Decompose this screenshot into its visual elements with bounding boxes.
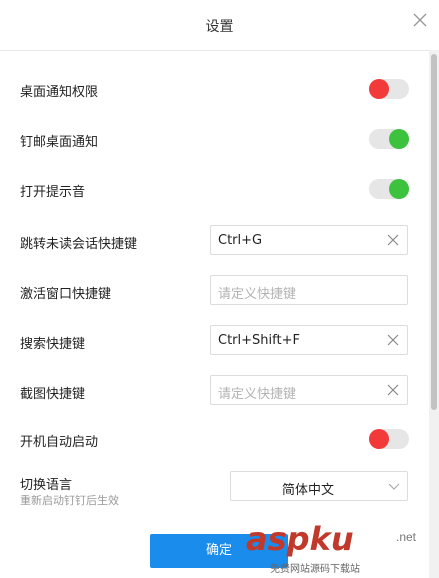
close-icon[interactable] (410, 10, 430, 30)
hotkey-placeholder: 请定义快捷键 (218, 387, 297, 402)
jump-unread-hotkey-input[interactable]: Ctrl+G (210, 225, 408, 255)
setting-row-screenshot: 截图快捷键 请定义快捷键 (20, 375, 410, 407)
setting-label: 打开提示音 (20, 185, 86, 200)
clear-icon[interactable] (387, 234, 399, 246)
setting-label: 截图快捷键 (20, 387, 86, 402)
setting-label: 搜索快捷键 (20, 337, 86, 352)
toggle-knob (389, 129, 409, 149)
setting-label: 切换语言 (20, 478, 73, 493)
sound-toggle[interactable] (369, 179, 409, 199)
hotkey-value: Ctrl+Shift+F (218, 333, 300, 348)
chevron-down-icon (388, 483, 400, 490)
dialog-header: 设置 (0, 0, 439, 51)
scrollbar-thumb[interactable] (431, 54, 437, 410)
language-select[interactable]: 简体中文 (230, 471, 408, 501)
setting-label: 激活窗口快捷键 (20, 287, 112, 302)
toggle-knob (369, 79, 389, 99)
settings-dialog: 设置 桌面通知权限 钉邮桌面通知 打开提示音 跳转未读会话快捷键 Ctrl+G (0, 0, 439, 578)
clear-icon[interactable] (387, 384, 399, 396)
setting-row-activate-window: 激活窗口快捷键 请定义快捷键 (20, 275, 410, 307)
activate-window-hotkey-input[interactable]: 请定义快捷键 (210, 275, 408, 305)
screenshot-hotkey-input[interactable]: 请定义快捷键 (210, 375, 408, 405)
watermark-domain: .net (396, 530, 417, 544)
setting-row-autostart: 开机自动启动 (20, 423, 410, 455)
setting-label: 桌面通知权限 (20, 85, 99, 100)
setting-row-language: 切换语言 重新启动钉钉后生效 简体中文 (20, 471, 410, 516)
hotkey-placeholder: 请定义快捷键 (218, 287, 297, 302)
setting-label: 开机自动启动 (20, 435, 99, 450)
desktop-notify-toggle[interactable] (369, 79, 409, 99)
dialog-title: 设置 (205, 19, 234, 35)
hotkey-value: Ctrl+G (218, 233, 263, 248)
setting-row-pin-notify: 钉邮桌面通知 (20, 123, 410, 155)
setting-label: 钉邮桌面通知 (20, 135, 99, 150)
confirm-button[interactable]: 确定 (150, 534, 288, 568)
search-hotkey-input[interactable]: Ctrl+Shift+F (210, 325, 408, 355)
language-value: 简体中文 (281, 483, 334, 498)
scrollbar[interactable] (429, 50, 439, 578)
autostart-toggle[interactable] (369, 429, 409, 449)
setting-row-sound: 打开提示音 (20, 173, 410, 205)
setting-row-desktop-notify: 桌面通知权限 (20, 73, 410, 105)
toggle-knob (389, 179, 409, 199)
toggle-knob (369, 429, 389, 449)
pin-notify-toggle[interactable] (369, 129, 409, 149)
setting-row-search: 搜索快捷键 Ctrl+Shift+F (20, 325, 410, 357)
clear-icon[interactable] (387, 334, 399, 346)
setting-label: 跳转未读会话快捷键 (20, 237, 138, 252)
setting-row-jump-unread: 跳转未读会话快捷键 Ctrl+G (20, 225, 410, 257)
setting-sublabel: 重新启动钉钉后生效 (20, 494, 119, 507)
